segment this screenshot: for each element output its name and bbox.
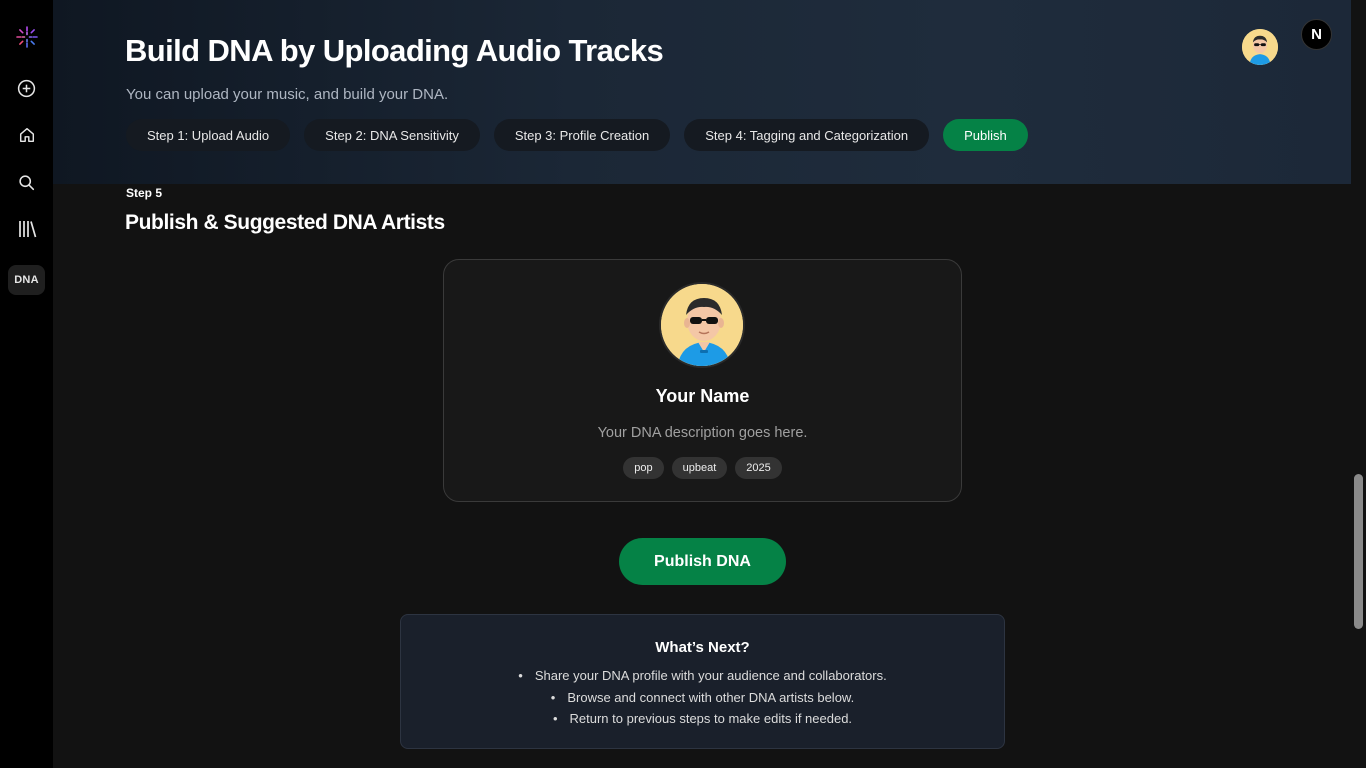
tab-publish[interactable]: Publish <box>943 119 1028 151</box>
page-title: Build DNA by Uploading Audio Tracks <box>125 33 664 68</box>
profile-description: Your DNA description goes here. <box>597 425 808 441</box>
library-icon[interactable] <box>8 214 45 244</box>
tab-step-4-tagging[interactable]: Step 4: Tagging and Categorization <box>684 119 930 151</box>
dna-logo-icon[interactable] <box>8 22 45 52</box>
page-subtitle: You can upload your music, and build you… <box>126 86 449 103</box>
profile-name: Your Name <box>655 386 750 406</box>
search-icon[interactable] <box>8 167 45 197</box>
section-title: Publish & Suggested DNA Artists <box>125 211 445 234</box>
tag-2025: 2025 <box>735 457 782 479</box>
page-header: Build DNA by Uploading Audio Tracks You … <box>53 0 1351 184</box>
sidebar: DNA <box>0 0 53 768</box>
publish-dna-button[interactable]: Publish DNA <box>619 538 786 585</box>
scrollbar-thumb[interactable] <box>1354 474 1363 629</box>
tab-step-3-profile-creation[interactable]: Step 3: Profile Creation <box>493 119 671 151</box>
tab-step-1-upload-audio[interactable]: Step 1: Upload Audio <box>126 119 291 151</box>
tab-step-2-dna-sensitivity[interactable]: Step 2: DNA Sensitivity <box>304 119 480 151</box>
tag-upbeat: upbeat <box>671 457 728 479</box>
tag-list: pop upbeat 2025 <box>444 457 961 479</box>
tag-pop: pop <box>623 457 664 479</box>
user-avatar[interactable] <box>1242 29 1278 65</box>
sidebar-item-dna[interactable]: DNA <box>8 265 45 295</box>
home-icon[interactable] <box>8 120 45 150</box>
main-content: Build DNA by Uploading Audio Tracks You … <box>53 0 1351 768</box>
whats-next-title: What’s Next? <box>655 639 750 656</box>
scrollbar-track[interactable] <box>1351 0 1366 768</box>
whats-next-list: Share your DNA profile with your audienc… <box>401 665 1004 730</box>
list-item: Browse and connect with other DNA artist… <box>401 687 1004 709</box>
user-badge-n[interactable]: N <box>1301 19 1332 50</box>
whats-next-card: What’s Next? Share your DNA profile with… <box>400 614 1005 749</box>
list-item: Share your DNA profile with your audienc… <box>401 665 1004 687</box>
step-number-label: Step 5 <box>126 186 163 200</box>
dna-profile-card: Your Name Your DNA description goes here… <box>443 259 962 502</box>
app-window: DNA Build DNA by Uploading Audio Tracks … <box>0 0 1366 768</box>
list-item: Return to previous steps to make edits i… <box>401 708 1004 730</box>
step-tabs: Step 1: Upload Audio Step 2: DNA Sensiti… <box>126 119 1028 151</box>
profile-avatar <box>659 282 745 368</box>
plus-circle-icon[interactable] <box>8 73 45 103</box>
